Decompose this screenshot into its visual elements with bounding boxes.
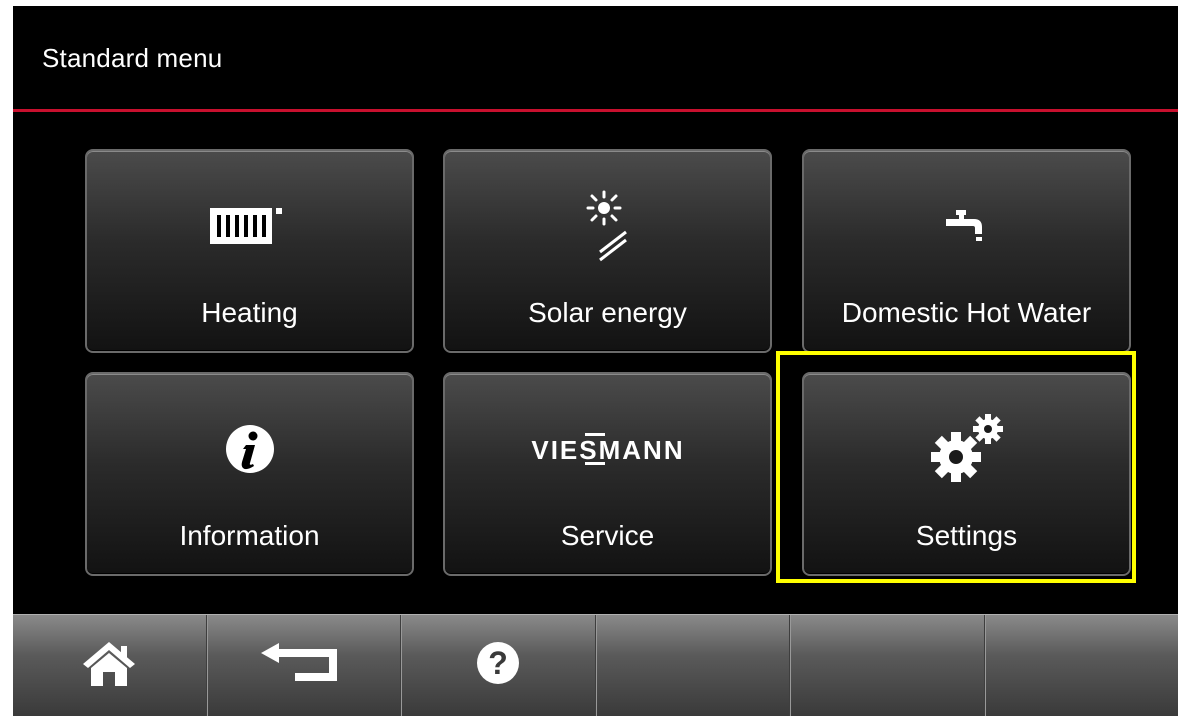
home-icon xyxy=(79,638,139,693)
heating-label: Heating xyxy=(87,297,412,329)
page-title: Standard menu xyxy=(42,43,222,74)
footer-empty-button-3[interactable] xyxy=(985,615,1178,716)
information-button[interactable]: Information xyxy=(85,372,414,576)
header: Standard menu xyxy=(13,6,1178,111)
help-icon: ? xyxy=(473,638,523,693)
information-label: Information xyxy=(87,520,412,552)
radiator-icon xyxy=(87,181,412,271)
brand-logo: VIESMANN xyxy=(445,404,770,494)
footer-empty-button-2[interactable] xyxy=(790,615,985,716)
help-glyph: ? xyxy=(488,645,508,681)
info-icon xyxy=(87,404,412,494)
solar-collector-icon xyxy=(445,181,770,271)
header-divider xyxy=(13,109,1178,112)
gears-icon xyxy=(804,404,1129,494)
heating-button[interactable]: Heating xyxy=(85,149,414,353)
solar-energy-button[interactable]: Solar energy xyxy=(443,149,772,353)
footer-bar: ? xyxy=(13,614,1178,716)
domestic-hot-water-button[interactable]: Domestic Hot Water xyxy=(802,149,1131,353)
tap-icon xyxy=(804,181,1129,271)
footer-empty-button-1[interactable] xyxy=(596,615,791,716)
home-button[interactable] xyxy=(13,615,207,716)
domestic-hot-water-label: Domestic Hot Water xyxy=(804,297,1129,329)
settings-button[interactable]: Settings xyxy=(802,372,1131,576)
svg-text:VIESMANN: VIESMANN xyxy=(531,435,684,465)
settings-label: Settings xyxy=(804,520,1129,552)
display-screen: Standard menu Heating xyxy=(13,6,1178,715)
solar-energy-label: Solar energy xyxy=(445,297,770,329)
back-button[interactable] xyxy=(207,615,402,716)
back-icon xyxy=(259,641,349,690)
help-button[interactable]: ? xyxy=(401,615,596,716)
service-button[interactable]: VIESMANN Service xyxy=(443,372,772,576)
service-label: Service xyxy=(445,520,770,552)
